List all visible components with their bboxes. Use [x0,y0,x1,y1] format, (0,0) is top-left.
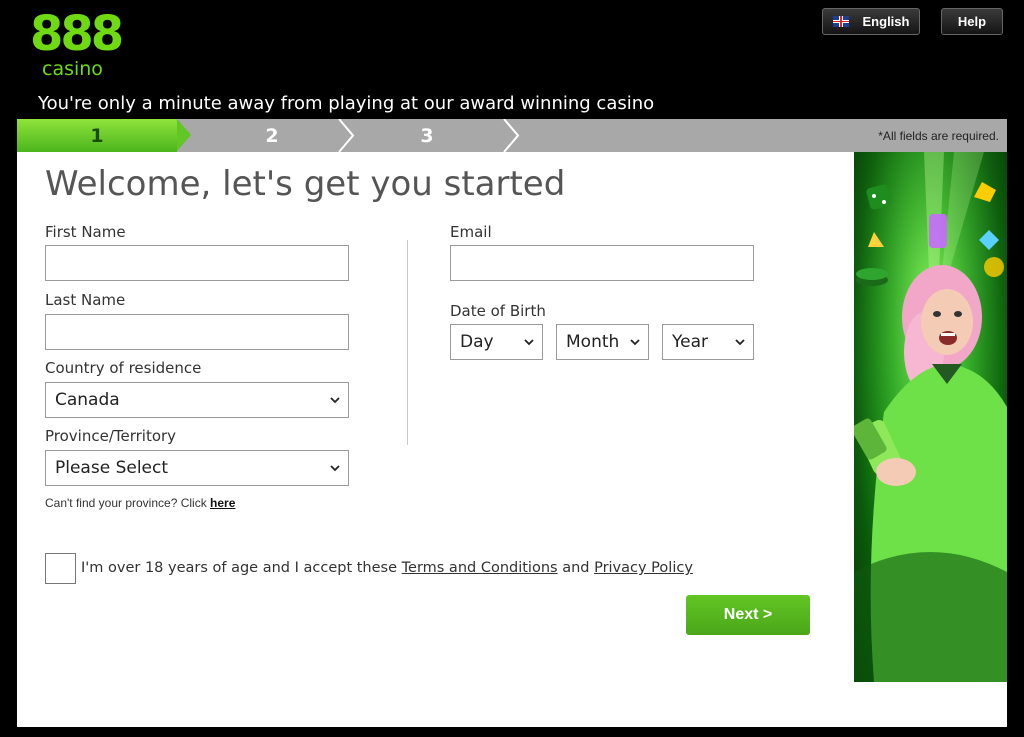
province-select[interactable]: Please Select [45,450,349,486]
chevron-down-icon [524,339,534,346]
promo-image [854,152,1007,682]
column-divider [407,240,408,445]
chevron-down-icon [735,339,745,346]
logo-number: 888 [30,6,124,62]
steps-bar: 1 2 3 *All fields are required. [17,119,1007,152]
tagline: You're only a minute away from playing a… [38,93,655,114]
email-label: Email [450,223,492,241]
next-button[interactable]: Next > [686,595,810,635]
help-button[interactable]: Help [941,8,1003,35]
terms-prefix: I'm over 18 years of age and I accept th… [81,560,398,576]
country-select[interactable]: Canada [45,382,349,418]
brand-logo[interactable]: 888 casino [30,6,124,82]
terms-link[interactable]: Terms and Conditions [402,560,558,576]
province-label: Province/Territory [45,427,177,445]
logo-word: casino [42,58,103,80]
email-input[interactable] [450,245,754,281]
dob-month-value: Month [566,332,620,352]
terms-checkbox[interactable] [45,553,76,584]
chevron-down-icon [330,397,340,404]
dob-year-value: Year [672,332,708,352]
dob-day-select[interactable]: Day [450,324,543,360]
province-help-note: Can't find your province? Click here [45,496,235,510]
first-name-label: First Name [45,223,126,241]
page-title: Welcome, let's get you started [45,164,566,204]
step-chevron-icon [503,119,520,152]
required-note: *All fields are required. [878,129,999,143]
chevron-down-icon [330,465,340,472]
dob-day-value: Day [460,332,494,352]
province-note-text: Can't find your province? Click [45,496,207,510]
uk-flag-icon [832,16,849,27]
privacy-link[interactable]: Privacy Policy [594,560,693,576]
step-chevron-icon [177,119,191,151]
step-1: 1 [17,119,177,152]
dob-year-select[interactable]: Year [662,324,754,360]
country-value: Canada [55,390,120,410]
last-name-input[interactable] [45,314,349,350]
promo-illustration [854,152,1007,682]
chevron-down-icon [630,339,640,346]
language-button[interactable]: English [822,8,920,35]
province-help-link[interactable]: here [210,496,235,510]
first-name-input[interactable] [45,245,349,281]
dob-month-select[interactable]: Month [556,324,649,360]
last-name-label: Last Name [45,291,126,309]
terms-and: and [562,560,590,576]
step-3: 3 [420,124,434,147]
registration-panel: Welcome, let's get you started First Nam… [17,152,1007,727]
step-2: 2 [265,124,279,147]
province-value: Please Select [55,458,169,478]
terms-text: I'm over 18 years of age and I accept th… [81,560,693,576]
country-label: Country of residence [45,359,202,377]
language-label: English [862,14,910,29]
dob-label: Date of Birth [450,302,546,320]
